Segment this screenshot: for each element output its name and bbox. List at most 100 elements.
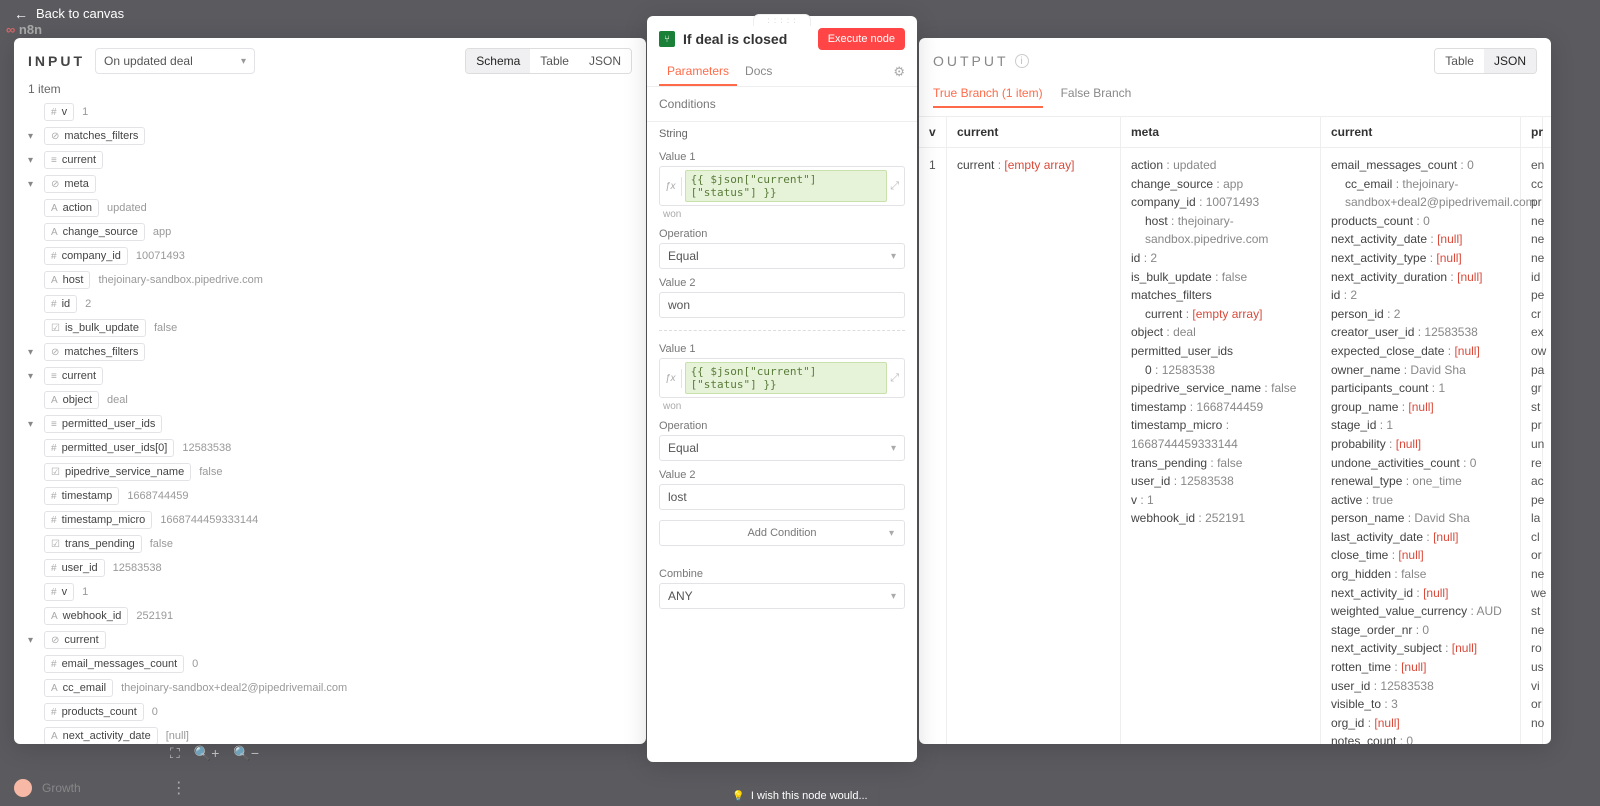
type-icon: ☑ bbox=[51, 539, 60, 550]
workspace-name[interactable]: Growth bbox=[42, 781, 81, 795]
tree-row[interactable]: Awebhook_id252191 bbox=[28, 604, 632, 628]
value2-input[interactable]: lost bbox=[659, 484, 905, 510]
caret-icon[interactable]: ▾ bbox=[28, 347, 38, 358]
schema-key-pill[interactable]: Acc_email bbox=[44, 679, 113, 697]
more-menu-icon[interactable]: ⋮ bbox=[171, 778, 187, 798]
schema-key-pill[interactable]: ⊘matches_filters bbox=[44, 127, 145, 145]
tree-row[interactable]: ▾ ≡current bbox=[28, 364, 632, 388]
schema-key-pill[interactable]: #v bbox=[44, 103, 74, 121]
schema-key-pill[interactable]: ☑trans_pending bbox=[44, 535, 142, 553]
avatar[interactable] bbox=[14, 779, 32, 797]
zoom-out-icon[interactable]: 🔍− bbox=[233, 745, 259, 762]
schema-key-pill[interactable]: Aobject bbox=[44, 391, 99, 409]
target-icon[interactable]: ⤢ bbox=[890, 180, 899, 193]
schema-value: 12583538 bbox=[111, 562, 162, 574]
schema-key-pill[interactable]: #products_count bbox=[44, 703, 144, 721]
tree-row[interactable]: #email_messages_count0 bbox=[28, 652, 632, 676]
target-icon[interactable]: ⤢ bbox=[890, 372, 899, 385]
false-branch-tab[interactable]: False Branch bbox=[1061, 86, 1132, 108]
caret-icon[interactable]: ▾ bbox=[28, 371, 38, 382]
schema-key-pill[interactable]: ☑is_bulk_update bbox=[44, 319, 146, 337]
view-schema[interactable]: Schema bbox=[466, 49, 530, 73]
value2-input[interactable]: won bbox=[659, 292, 905, 318]
operation-select[interactable]: Equal▾ bbox=[659, 243, 905, 269]
tree-row[interactable]: ▾ ≡current bbox=[28, 148, 632, 172]
schema-key-pill[interactable]: #user_id bbox=[44, 559, 105, 577]
tree-row[interactable]: ▾ ⊘matches_filters bbox=[28, 340, 632, 364]
schema-key-pill[interactable]: #v bbox=[44, 583, 74, 601]
caret-icon[interactable]: ▾ bbox=[28, 635, 38, 646]
view-table[interactable]: Table bbox=[530, 49, 579, 73]
schema-key-pill[interactable]: Anext_activity_date bbox=[44, 727, 158, 744]
tree-row[interactable]: #id 2 bbox=[28, 292, 632, 316]
tree-row[interactable]: ▾ ≡permitted_user_ids bbox=[28, 412, 632, 436]
tree-row[interactable]: #v1 bbox=[28, 580, 632, 604]
operation-select[interactable]: Equal▾ bbox=[659, 435, 905, 461]
schema-key-pill[interactable]: Achange_source bbox=[44, 223, 145, 241]
tree-row[interactable]: Aobjectdeal bbox=[28, 388, 632, 412]
value1-input[interactable]: ƒx{{ $json["current"]["status"] }}⤢ bbox=[659, 166, 905, 206]
zoom-in-icon[interactable]: 🔍+ bbox=[194, 745, 220, 762]
caret-icon[interactable]: ▾ bbox=[28, 155, 38, 166]
tree-row[interactable]: #timestamp1668744459 bbox=[28, 484, 632, 508]
caret-icon[interactable]: ▾ bbox=[28, 419, 38, 430]
schema-key-pill[interactable]: ⊘meta bbox=[44, 175, 96, 193]
schema-key-pill[interactable]: ☑pipedrive_service_name bbox=[44, 463, 191, 481]
tree-row[interactable]: #user_id 12583538 bbox=[28, 556, 632, 580]
schema-key-pill[interactable]: Ahost bbox=[44, 271, 90, 289]
schema-key-pill[interactable]: #timestamp_micro bbox=[44, 511, 152, 529]
tab-parameters[interactable]: Parameters bbox=[659, 58, 737, 86]
tree-row[interactable]: Aactionupdated bbox=[28, 196, 632, 220]
schema-key-pill[interactable]: ≡permitted_user_ids bbox=[44, 415, 162, 433]
schema-key-pill[interactable]: ⊘current bbox=[44, 631, 106, 649]
schema-key-pill[interactable]: #permitted_user_ids[0] bbox=[44, 439, 174, 457]
tree-row[interactable]: ▾ ⊘matches_filters bbox=[28, 124, 632, 148]
chevron-down-icon: ▾ bbox=[889, 528, 894, 539]
tree-row[interactable]: #permitted_user_ids[0]12583538 bbox=[28, 436, 632, 460]
fx-icon: ƒx bbox=[660, 369, 682, 388]
tree-row[interactable]: ☑pipedrive_service_namefalse bbox=[28, 460, 632, 484]
schema-key-pill[interactable]: Aaction bbox=[44, 199, 99, 217]
schema-key-pill[interactable]: #timestamp bbox=[44, 487, 119, 505]
view-table[interactable]: Table bbox=[1435, 49, 1484, 73]
view-json[interactable]: JSON bbox=[579, 49, 631, 73]
tree-row[interactable]: #v1 bbox=[28, 100, 632, 124]
caret-icon[interactable]: ▾ bbox=[28, 179, 38, 190]
tree-row[interactable]: ▾ ⊘meta bbox=[28, 172, 632, 196]
schema-key-pill[interactable]: #id bbox=[44, 295, 77, 313]
fit-icon[interactable]: ⛶ bbox=[170, 745, 180, 762]
tree-row[interactable]: #timestamp_micro 1668744459333144 bbox=[28, 508, 632, 532]
gear-icon[interactable]: ⚙ bbox=[893, 64, 905, 80]
schema-key-pill[interactable]: Awebhook_id bbox=[44, 607, 128, 625]
caret-icon[interactable]: ▾ bbox=[28, 131, 38, 142]
true-branch-tab[interactable]: True Branch (1 item) bbox=[933, 86, 1043, 108]
tree-row[interactable]: #products_count0 bbox=[28, 700, 632, 724]
drag-handle[interactable]: : : : : : bbox=[753, 14, 811, 26]
tree-row[interactable]: Ahostthejoinary-sandbox.pipedrive.com bbox=[28, 268, 632, 292]
tree-row[interactable]: ☑trans_pendingfalse bbox=[28, 532, 632, 556]
tree-row[interactable]: ▾ ⊘current bbox=[28, 628, 632, 652]
tree-row[interactable]: Achange_sourceapp bbox=[28, 220, 632, 244]
add-condition-button[interactable]: Add Condition▾ bbox=[659, 520, 905, 546]
feedback-prompt[interactable]: 💡 I wish this node would... bbox=[720, 786, 879, 806]
tree-row[interactable]: Acc_emailthejoinary-sandbox+deal2@pipedr… bbox=[28, 676, 632, 700]
schema-value: 1668744459333144 bbox=[158, 514, 258, 526]
tree-row[interactable]: Anext_activity_date[null] bbox=[28, 724, 632, 744]
value2-label: Value 2 bbox=[659, 469, 905, 481]
schema-key-pill[interactable]: ≡current bbox=[44, 367, 103, 385]
input-source-dropdown[interactable]: On updated deal▾ bbox=[95, 48, 255, 74]
value1-input[interactable]: ƒx{{ $json["current"]["status"] }}⤢ bbox=[659, 358, 905, 398]
tab-docs[interactable]: Docs bbox=[737, 58, 780, 86]
schema-key-pill[interactable]: #email_messages_count bbox=[44, 655, 184, 673]
schema-key-pill[interactable]: ≡current bbox=[44, 151, 103, 169]
info-icon[interactable]: i bbox=[1015, 54, 1029, 68]
view-json[interactable]: JSON bbox=[1484, 49, 1536, 73]
tree-row[interactable]: ☑is_bulk_updatefalse bbox=[28, 316, 632, 340]
back-label: Back to canvas bbox=[36, 6, 124, 21]
execute-node-button[interactable]: Execute node bbox=[818, 28, 905, 50]
schema-key-pill[interactable]: ⊘matches_filters bbox=[44, 343, 145, 361]
tree-row[interactable]: #company_id10071493 bbox=[28, 244, 632, 268]
schema-key-pill[interactable]: #company_id bbox=[44, 247, 128, 265]
schema-value: 2 bbox=[83, 298, 91, 310]
combine-select[interactable]: ANY▾ bbox=[659, 583, 905, 609]
